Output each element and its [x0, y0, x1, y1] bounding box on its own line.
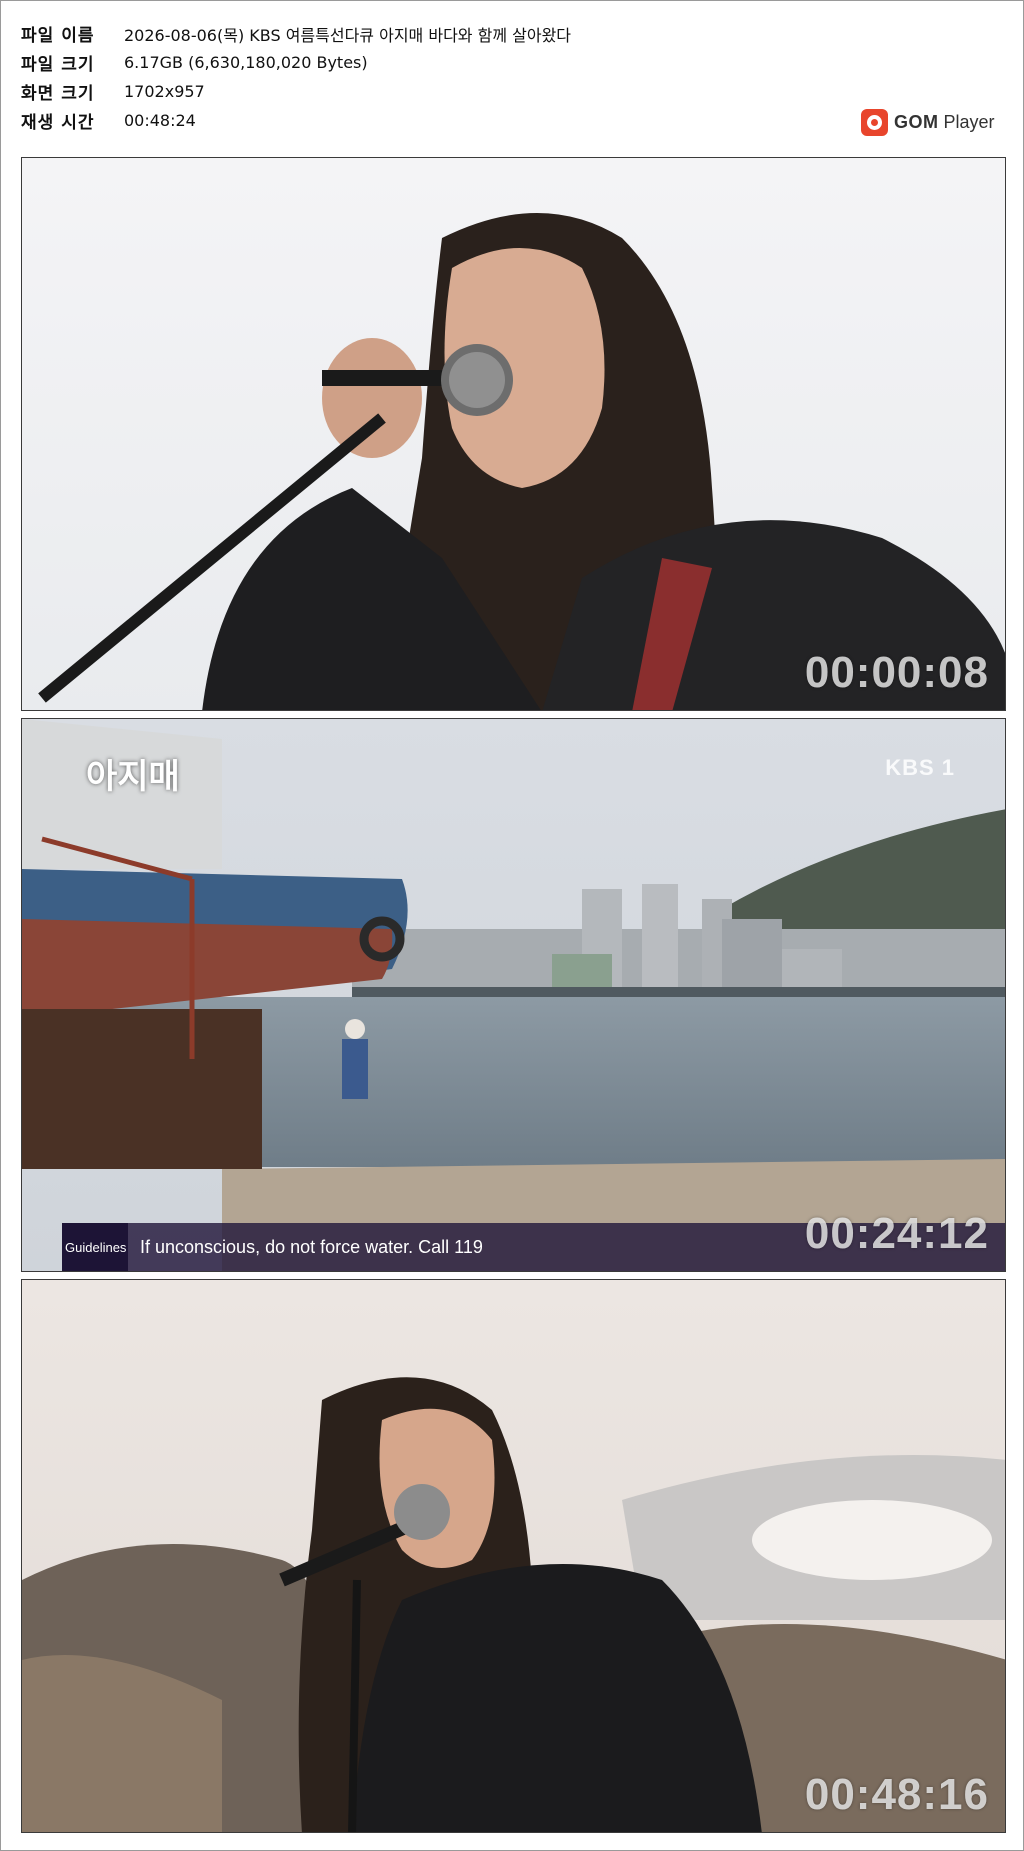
resolution-row: 화면 크기 1702x957 — [21, 77, 571, 106]
singer-closeup-image — [22, 158, 1005, 710]
file-name-label: 파일 이름 — [21, 26, 95, 46]
channel-logo: KBS 1 — [885, 755, 955, 780]
ticker-text: If unconscious, do not force water. Call… — [140, 1236, 483, 1257]
program-title-logo: 아지매 — [86, 757, 180, 797]
frame-thumbnail-2: 아지매 KBS 1 Guidelines If unconscious, do … — [21, 718, 1006, 1272]
resolution-label: 화면 크기 — [21, 84, 95, 104]
gom-logo-text: GOM Player — [894, 112, 995, 132]
frame-thumbnail-1: 00:00:08 — [21, 157, 1006, 711]
frame-timestamp: 00:48:16 — [804, 1770, 989, 1819]
file-name-value: 2026-08-06(목) KBS 여름특선다큐 아지매 바다와 함께 살아왔다 — [124, 25, 572, 45]
frame-thumbnail-3: 00:48:16 — [21, 1279, 1006, 1833]
ticker-tag: Guidelines — [62, 1223, 128, 1271]
frame-timestamp: 00:24:12 — [804, 1209, 989, 1258]
file-size-label: 파일 크기 — [21, 55, 95, 75]
duration-label: 재생 시간 — [21, 113, 95, 133]
file-size-row: 파일 크기 6.17GB (6,630,180,020 Bytes) — [21, 48, 571, 77]
gom-player-logo: GOM Player — [861, 109, 995, 136]
singer-seaside-image — [22, 1280, 1005, 1832]
file-size-value: 6.17GB (6,630,180,020 Bytes) — [124, 53, 368, 72]
frame-timestamp: 00:00:08 — [804, 648, 989, 697]
duration-value: 00:48:24 — [124, 111, 196, 130]
file-info: 파일 이름 2026-08-06(목) KBS 여름특선다큐 아지매 바다와 함… — [21, 19, 571, 135]
harbor-boat-image — [22, 719, 1005, 1271]
gom-logo-icon — [861, 109, 888, 136]
thumbnail-sheet: 파일 이름 2026-08-06(목) KBS 여름특선다큐 아지매 바다와 함… — [0, 0, 1024, 1851]
file-name-row: 파일 이름 2026-08-06(목) KBS 여름특선다큐 아지매 바다와 함… — [21, 19, 571, 48]
resolution-value: 1702x957 — [124, 82, 205, 101]
duration-row: 재생 시간 00:48:24 — [21, 106, 571, 135]
